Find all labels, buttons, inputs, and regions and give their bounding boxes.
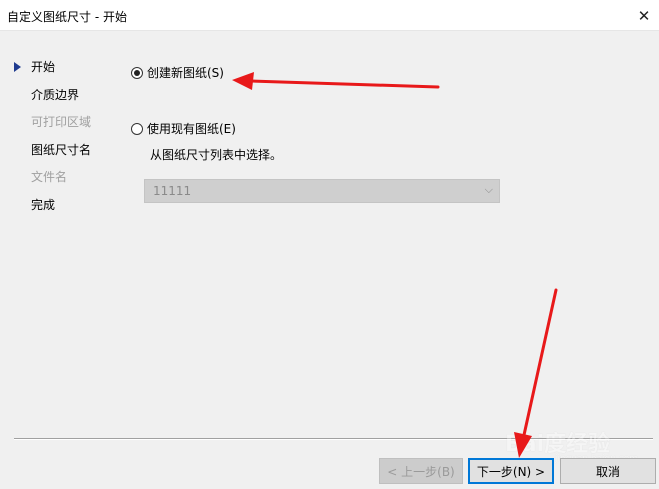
title-bar: 自定义图纸尺寸 - 开始 ✕: [0, 0, 659, 31]
select-hint: 从图纸尺寸列表中选择。: [150, 148, 283, 162]
current-step-arrow-icon: [14, 62, 21, 72]
step-paper-size-name: 图纸尺寸名: [14, 141, 114, 169]
step-label: 图纸尺寸名: [31, 142, 92, 157]
create-new-label: 创建新图纸(S): [147, 66, 224, 80]
radio-unchecked-icon[interactable]: [131, 122, 143, 135]
step-start: 开始: [14, 58, 114, 86]
custom-paper-size-dialog: 自定义图纸尺寸 - 开始 ✕ 开始 介质边界 可打印区域 图纸尺寸名 文件名 完…: [0, 0, 659, 489]
use-existing-radio[interactable]: 使用现有图纸(E): [131, 120, 236, 137]
annotation-arrow-to-create-new: [232, 72, 440, 90]
window-title: 自定义图纸尺寸 - 开始: [7, 10, 127, 24]
step-label: 可打印区域: [31, 115, 92, 130]
step-file-name: 文件名: [14, 168, 114, 196]
create-new-radio[interactable]: 创建新图纸(S): [131, 64, 224, 81]
cancel-button[interactable]: 取消: [560, 458, 656, 484]
chevron-down-icon: ⌵: [484, 183, 493, 196]
wizard-steps: 开始 介质边界 可打印区域 图纸尺寸名 文件名 完成: [14, 58, 114, 224]
step-media-bounds: 介质边界: [14, 86, 114, 114]
radio-checked-icon[interactable]: [131, 66, 143, 79]
step-label: 文件名: [31, 170, 68, 185]
back-button[interactable]: < 上一步(B): [379, 458, 463, 484]
step-label: 开始: [31, 60, 56, 74]
step-label: 完成: [31, 197, 56, 212]
close-button[interactable]: ✕: [629, 0, 659, 31]
step-printable-area: 可打印区域: [14, 113, 114, 141]
step-finish: 完成: [14, 196, 114, 224]
step-label: 介质边界: [31, 87, 80, 102]
use-existing-label: 使用现有图纸(E): [147, 122, 236, 136]
existing-paper-select[interactable]: 11111 ⌵: [144, 179, 500, 203]
close-icon: ✕: [637, 6, 651, 25]
next-button[interactable]: 下一步(N) >: [468, 458, 554, 484]
select-value: 11111: [153, 184, 192, 198]
